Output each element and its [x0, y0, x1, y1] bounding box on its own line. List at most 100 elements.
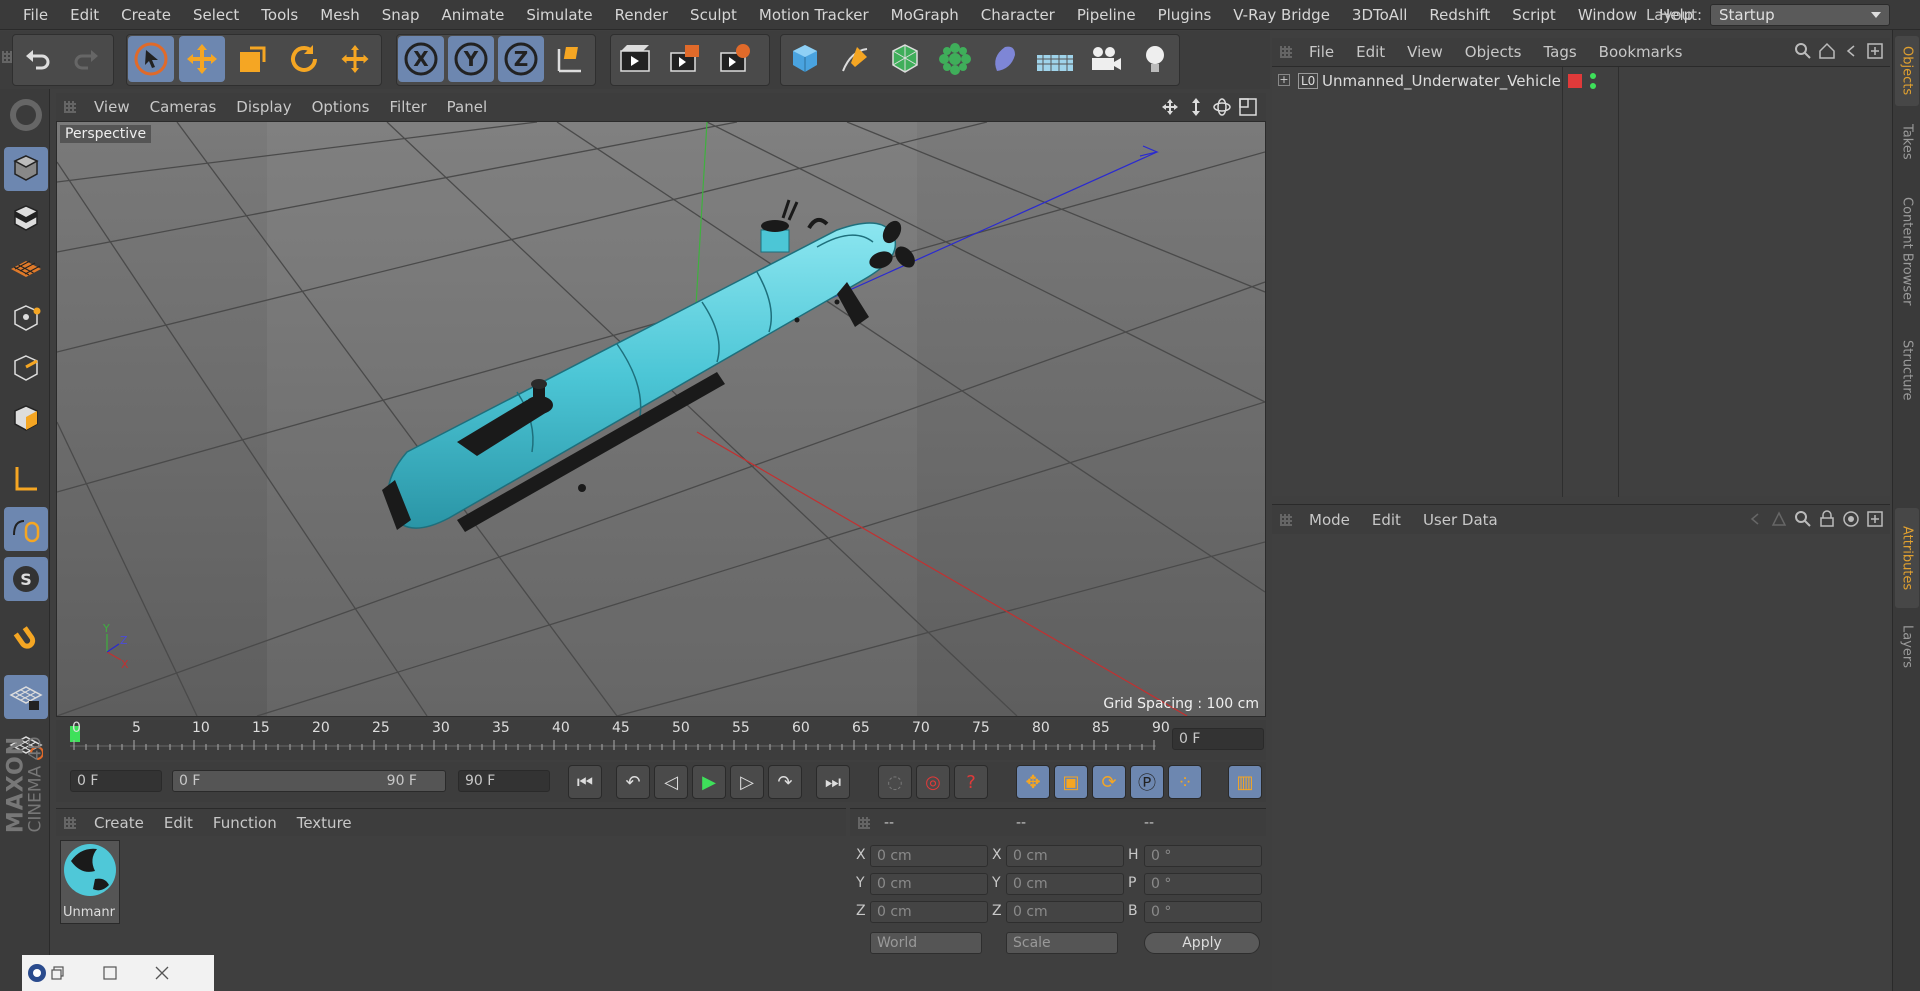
- transform-tool-icon[interactable]: [332, 36, 378, 82]
- model-mode-icon[interactable]: [4, 147, 48, 191]
- objects-home-icon[interactable]: [1818, 42, 1836, 60]
- restore-window-icon[interactable]: [50, 965, 66, 981]
- point-mode-icon[interactable]: [4, 297, 48, 341]
- attributes-new-panel-icon[interactable]: [1866, 510, 1884, 528]
- workplane-mode-icon[interactable]: [4, 247, 48, 291]
- menu-script[interactable]: Script: [1501, 6, 1567, 24]
- objects-menu-file[interactable]: File: [1298, 43, 1345, 61]
- rotation-b-field[interactable]: 0 °: [1144, 901, 1262, 923]
- move-tool-icon[interactable]: [179, 36, 225, 82]
- light-icon[interactable]: [1132, 36, 1178, 82]
- coordinate-mode-select[interactable]: World: [870, 932, 982, 954]
- material-grip-icon[interactable]: [64, 816, 76, 829]
- object-row[interactable]: + L0 Unmanned_Underwater_Vehicle: [1272, 71, 1890, 93]
- material-swatch[interactable]: Unmanr: [60, 840, 120, 924]
- layer-color-badge[interactable]: [1568, 74, 1582, 88]
- texture-mode-icon[interactable]: [4, 197, 48, 241]
- previous-key-icon[interactable]: ↶: [616, 765, 650, 799]
- cinema4d-app-icon[interactable]: [26, 962, 48, 984]
- render-picture-viewer-icon[interactable]: [662, 36, 708, 82]
- z-axis-lock-icon[interactable]: Z: [498, 36, 544, 82]
- menu-simulate[interactable]: Simulate: [515, 6, 603, 24]
- attributes-grip-icon[interactable]: [1280, 513, 1292, 526]
- layout-select[interactable]: Startup: [1710, 4, 1890, 26]
- camera-icon[interactable]: [1082, 36, 1128, 82]
- viewport-grip-icon[interactable]: [64, 101, 76, 113]
- menu-mograph[interactable]: MoGraph: [880, 6, 970, 24]
- size-mode-select[interactable]: Scale: [1006, 932, 1118, 954]
- menu-character[interactable]: Character: [970, 6, 1066, 24]
- menu-mesh[interactable]: Mesh: [309, 6, 371, 24]
- render-view-icon[interactable]: [612, 36, 658, 82]
- menu-pipeline[interactable]: Pipeline: [1066, 6, 1147, 24]
- menu-animate[interactable]: Animate: [431, 6, 516, 24]
- rotate-tool-icon[interactable]: [281, 36, 327, 82]
- objects-menu-bookmarks[interactable]: Bookmarks: [1588, 43, 1694, 61]
- object-name-label[interactable]: Unmanned_Underwater_Vehicle: [1322, 72, 1561, 90]
- tab-attributes[interactable]: Attributes: [1895, 508, 1919, 608]
- objects-search-icon[interactable]: [1794, 42, 1812, 60]
- go-to-start-icon[interactable]: ⏮: [568, 765, 602, 799]
- position-x-field[interactable]: 0 cm: [870, 845, 988, 867]
- floor-environment-icon[interactable]: [1032, 36, 1078, 82]
- attributes-menu-mode[interactable]: Mode: [1298, 511, 1361, 529]
- cloner-icon[interactable]: [932, 36, 978, 82]
- viewport-menu-options[interactable]: Options: [302, 98, 380, 116]
- key-pla-icon[interactable]: ⁘: [1168, 765, 1202, 799]
- menu-sculpt[interactable]: Sculpt: [679, 6, 748, 24]
- attributes-back-icon[interactable]: [1746, 510, 1764, 528]
- menu-render[interactable]: Render: [604, 6, 679, 24]
- viewport-menu-view[interactable]: View: [84, 98, 140, 116]
- edge-mode-icon[interactable]: [4, 347, 48, 391]
- viewport-maximize-icon[interactable]: [1238, 97, 1258, 117]
- render-visibility-dot[interactable]: [1590, 83, 1596, 89]
- deformer-icon[interactable]: [982, 36, 1028, 82]
- menu-edit[interactable]: Edit: [59, 6, 110, 24]
- material-menu-edit[interactable]: Edit: [154, 814, 203, 832]
- polygon-mode-icon[interactable]: [4, 397, 48, 441]
- attributes-menu-edit[interactable]: Edit: [1361, 511, 1412, 529]
- camera-label[interactable]: Perspective: [60, 125, 152, 143]
- record-disabled-icon[interactable]: ◌: [878, 765, 912, 799]
- rotation-p-field[interactable]: 0 °: [1144, 873, 1262, 895]
- rotation-h-field[interactable]: 0 °: [1144, 845, 1262, 867]
- viewport-zoom-icon[interactable]: [1186, 97, 1206, 117]
- key-parameter-icon[interactable]: Ⓟ: [1130, 765, 1164, 799]
- perspective-viewport[interactable]: Y Z X Perspective Grid Spacing : 100 cm: [56, 121, 1266, 717]
- objects-menu-objects[interactable]: Objects: [1454, 43, 1533, 61]
- tab-content-browser[interactable]: Content Browser: [1895, 176, 1919, 326]
- end-frame-field[interactable]: 90 F: [458, 770, 550, 792]
- solo-mode-icon[interactable]: S: [4, 557, 48, 601]
- menu-vray-bridge[interactable]: V-Ray Bridge: [1222, 6, 1341, 24]
- snap-magnet-icon[interactable]: [4, 617, 48, 661]
- tab-layers[interactable]: Layers: [1895, 612, 1919, 682]
- objects-back-icon[interactable]: [1842, 42, 1860, 60]
- menu-tools[interactable]: Tools: [250, 6, 309, 24]
- viewport-menu-filter[interactable]: Filter: [379, 98, 436, 116]
- viewport-menu-display[interactable]: Display: [226, 98, 301, 116]
- cube-icon[interactable]: [782, 36, 828, 82]
- menu-plugins[interactable]: Plugins: [1147, 6, 1223, 24]
- select-tool-icon[interactable]: [128, 36, 174, 82]
- render-settings-icon[interactable]: [712, 36, 758, 82]
- menu-snap[interactable]: Snap: [371, 6, 431, 24]
- editor-visibility-dot[interactable]: [1590, 73, 1596, 79]
- next-key-icon[interactable]: ↷: [768, 765, 802, 799]
- menu-select[interactable]: Select: [182, 6, 250, 24]
- viewport-pan-icon[interactable]: [1160, 97, 1180, 117]
- current-frame-field[interactable]: 0 F: [1172, 728, 1264, 750]
- axis-mode-icon[interactable]: [4, 457, 48, 501]
- expand-toggle-icon[interactable]: +: [1278, 74, 1290, 86]
- attributes-menu-user-data[interactable]: User Data: [1412, 511, 1509, 529]
- menu-motion-tracker[interactable]: Motion Tracker: [748, 6, 880, 24]
- key-rotation-icon[interactable]: ⟳: [1092, 765, 1126, 799]
- viewport-rotate-icon[interactable]: [1212, 97, 1232, 117]
- tab-objects[interactable]: Objects: [1895, 36, 1919, 106]
- autokey-icon[interactable]: ◎: [916, 765, 950, 799]
- menu-window[interactable]: Window: [1567, 6, 1648, 24]
- close-window-icon[interactable]: [154, 965, 170, 981]
- timeline-window-icon[interactable]: ▥: [1228, 765, 1262, 799]
- menu-file[interactable]: File: [12, 6, 59, 24]
- go-to-end-icon[interactable]: ⏭: [816, 765, 850, 799]
- x-axis-lock-icon[interactable]: X: [398, 36, 444, 82]
